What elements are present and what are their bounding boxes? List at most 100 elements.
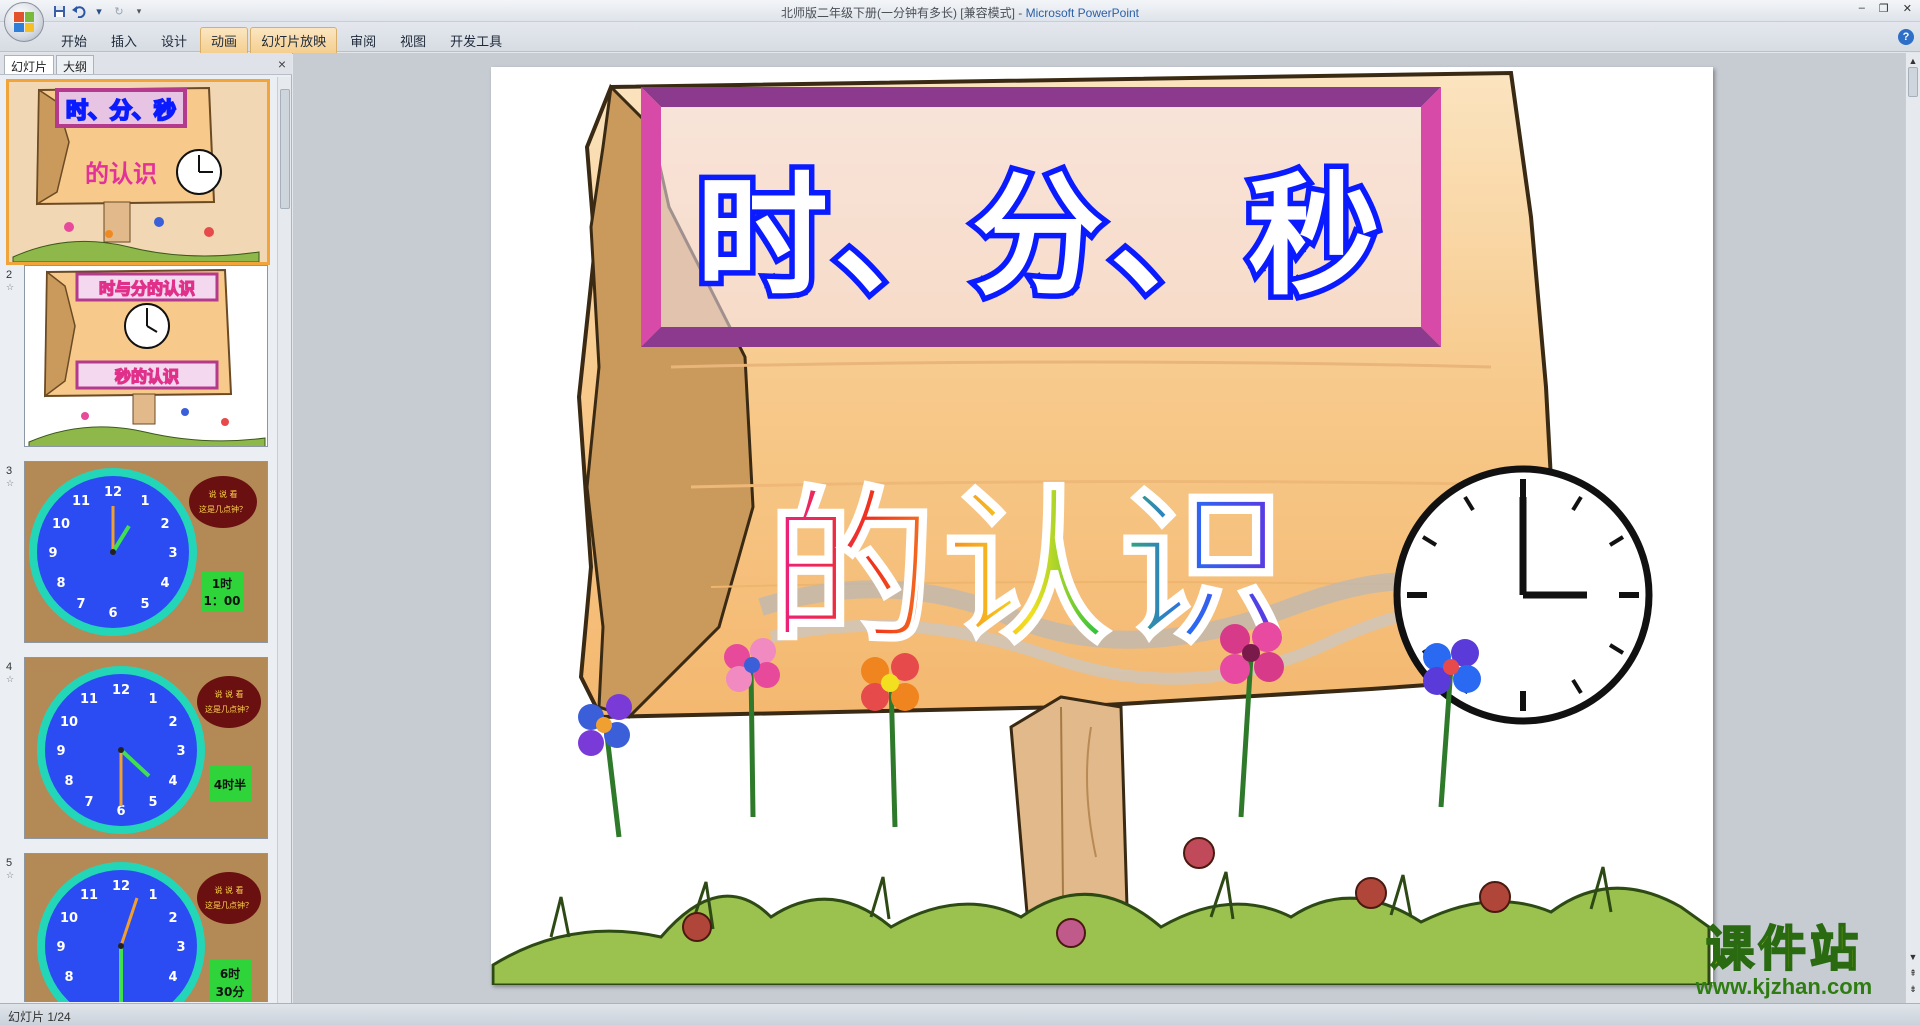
title-bar: ▾ ↻ ▾ 北师版二年级下册(一分钟有多长) [兼容模式] - Microsof… xyxy=(0,0,1920,22)
slide-thumb-row-3[interactable]: 3 ☆ 12 1 2 3 4 5 6 7 8 9 10 11 说 说 看 这是几… xyxy=(0,461,276,651)
current-slide[interactable]: 时、分、秒 的认识 xyxy=(491,67,1713,987)
slide-thumb-row-5[interactable]: 5 ☆ 12 1 2 3 4 9 10 11 8 说 说 看 这是几点钟？ 6时… xyxy=(0,853,276,1002)
clock-number-9: 9 xyxy=(56,744,65,759)
tab-view[interactable]: 视图 xyxy=(389,27,437,54)
slide-thumbnail-5[interactable]: 12 1 2 3 4 9 10 11 8 说 说 看 这是几点钟？ 6时 30分 xyxy=(24,853,268,1002)
clock-number-5: 5 xyxy=(148,795,157,810)
tab-design[interactable]: 设计 xyxy=(150,27,198,54)
thumb-2-subtitle: 秒的认识 xyxy=(115,367,179,386)
thumb-3-art: 12 1 2 3 4 5 6 7 8 9 10 11 说 说 看 这是几点钟？ … xyxy=(25,462,267,642)
tab-slides[interactable]: 幻灯片 xyxy=(4,55,55,74)
watermark-text: 课件站 xyxy=(1705,921,1862,977)
title-separator: - xyxy=(1014,6,1026,20)
transition-star-icon: ☆ xyxy=(6,870,15,880)
slide-thumbnail-4[interactable]: 12 1 2 3 4 5 6 7 8 9 10 11 说 说 看 这是几点钟？ … xyxy=(24,657,268,839)
thumbnails-scrollbar[interactable] xyxy=(277,77,291,1003)
clock-number-4: 4 xyxy=(160,576,169,591)
thumb-4-bubble-1: 说 说 看 xyxy=(214,689,243,699)
clock-number-11: 11 xyxy=(72,494,90,509)
clock-number-10: 10 xyxy=(52,517,70,532)
clock-number-9: 9 xyxy=(56,940,65,955)
flower-icon xyxy=(724,638,780,818)
clock-number-3: 3 xyxy=(176,940,185,955)
thumb-1-title: 时、分、秒 xyxy=(66,99,176,124)
flower-icon xyxy=(1423,639,1481,808)
clock-number-1: 1 xyxy=(140,494,149,509)
previous-slide-icon[interactable]: ⇞ xyxy=(1907,967,1919,979)
clock-number-11: 11 xyxy=(80,888,98,903)
close-pane-icon[interactable]: × xyxy=(278,56,286,72)
slide-thumb-row-2[interactable]: 2 ☆ 时与分的认识 秒的认识 xyxy=(0,265,276,455)
clock-number-12: 12 xyxy=(112,879,130,894)
tab-insert[interactable]: 插入 xyxy=(100,27,148,54)
slide-thumb-row-1[interactable]: 1 ☆ 时、分、秒 的认识 xyxy=(0,79,276,271)
slide-title[interactable]: 时、分、秒 xyxy=(691,155,1386,320)
slide-thumbnail-3[interactable]: 12 1 2 3 4 5 6 7 8 9 10 11 说 说 看 这是几点钟？ … xyxy=(24,461,268,643)
clock-number-8: 8 xyxy=(64,970,73,985)
thumb-5-bubble-1: 说 说 看 xyxy=(214,885,243,895)
tab-review[interactable]: 审阅 xyxy=(339,27,387,54)
pane-tabs: 幻灯片 大纲 × xyxy=(0,53,292,75)
thumb-4-art: 12 1 2 3 4 5 6 7 8 9 10 11 说 说 看 这是几点钟？ … xyxy=(25,658,267,838)
clock-number-10: 10 xyxy=(60,911,78,926)
flower-icon xyxy=(861,653,919,828)
clock-number-1: 1 xyxy=(148,888,157,903)
slide-number: 2 xyxy=(6,269,13,281)
next-slide-icon[interactable]: ⇟ xyxy=(1907,983,1919,995)
help-icon[interactable]: ? xyxy=(1898,29,1914,45)
close-icon[interactable]: ✕ xyxy=(1903,2,1912,15)
tab-home[interactable]: 开始 xyxy=(50,27,98,54)
tab-outline[interactable]: 大纲 xyxy=(56,55,95,74)
slide-thumbnail-2[interactable]: 时与分的认识 秒的认识 xyxy=(24,265,268,447)
thumb-3-label-2: 1：00 xyxy=(203,594,240,608)
slides-pane: 幻灯片 大纲 × 1 ☆ 时、分、秒 的认识 xyxy=(0,53,292,1003)
thumb-3-bubble-2: 这是几点钟？ xyxy=(199,504,247,514)
thumb-1-art: 时、分、秒 的认识 xyxy=(9,82,267,262)
clock-number-12: 12 xyxy=(104,485,122,500)
scrollbar-thumb[interactable] xyxy=(1908,67,1918,97)
status-bar: 幻灯片 1/24 xyxy=(0,1003,1920,1025)
scrollbar-thumb[interactable] xyxy=(280,89,290,209)
clock-number-7: 7 xyxy=(76,597,85,612)
scroll-down-icon[interactable]: ▼ xyxy=(1907,951,1919,963)
clock-number-9: 9 xyxy=(48,546,57,561)
thumb-5-label-1: 6时 xyxy=(220,966,240,981)
slide-thumbnail-1[interactable]: 时、分、秒 的认识 xyxy=(6,79,270,265)
thumb-5-art: 12 1 2 3 4 9 10 11 8 说 说 看 这是几点钟？ 6时 30分 xyxy=(25,854,267,1002)
thumb-2-title: 时与分的认识 xyxy=(99,279,195,298)
slide-scrollbar[interactable]: ▲ ▼ ⇞ ⇟ xyxy=(1905,53,1920,1003)
clock-number-2: 2 xyxy=(160,517,169,532)
slide-thumbnails: 1 ☆ 时、分、秒 的认识 xyxy=(0,77,276,1002)
transition-star-icon: ☆ xyxy=(6,282,15,292)
tab-slide-show[interactable]: 幻灯片放映 xyxy=(250,27,338,54)
thumb-2-art: 时与分的认识 秒的认识 xyxy=(25,266,267,446)
clock-number-3: 3 xyxy=(176,744,185,759)
ribbon-tabs: 开始 插入 设计 动画 幻灯片放映 审阅 视图 开发工具 xyxy=(50,27,513,54)
transition-star-icon: ☆ xyxy=(6,478,15,488)
restore-icon[interactable]: ❐ xyxy=(1879,2,1889,15)
document-title: 北师版二年级下册(一分钟有多长) [兼容模式] xyxy=(780,6,1015,20)
tab-developer[interactable]: 开发工具 xyxy=(439,27,513,54)
clock-number-10: 10 xyxy=(60,715,78,730)
office-button[interactable] xyxy=(4,2,44,42)
tab-animations[interactable]: 动画 xyxy=(200,27,249,54)
app-name: Microsoft PowerPoint xyxy=(1025,6,1140,20)
window-controls: – ❐ ✕ xyxy=(1859,2,1912,15)
thumb-4-bubble-2: 这是几点钟？ xyxy=(205,704,253,714)
thumb-1-subtitle: 的认识 xyxy=(85,160,157,188)
thumb-5-bubble-2: 这是几点钟？ xyxy=(205,900,253,910)
slide-thumb-row-4[interactable]: 4 ☆ 12 1 2 3 4 5 6 7 8 9 10 11 说 说 看 这是几… xyxy=(0,657,276,847)
slide-art: 时、分、秒 的认识 xyxy=(491,70,1711,987)
slide-counter: 幻灯片 1/24 xyxy=(8,1010,71,1024)
scroll-up-icon[interactable]: ▲ xyxy=(1907,55,1919,67)
grass xyxy=(491,886,1711,987)
sign-post xyxy=(1009,695,1129,915)
clock-number-3: 3 xyxy=(168,546,177,561)
slide-editor: 时、分、秒 的认识 xyxy=(293,53,1905,1003)
thumb-3-label-1: 1时 xyxy=(212,576,232,591)
clock-number-4: 4 xyxy=(168,970,177,985)
office-logo-icon xyxy=(14,12,34,32)
clock-number-8: 8 xyxy=(64,774,73,789)
minimize-icon[interactable]: – xyxy=(1859,2,1865,15)
slide-subtitle[interactable]: 的认识 xyxy=(766,470,1295,669)
